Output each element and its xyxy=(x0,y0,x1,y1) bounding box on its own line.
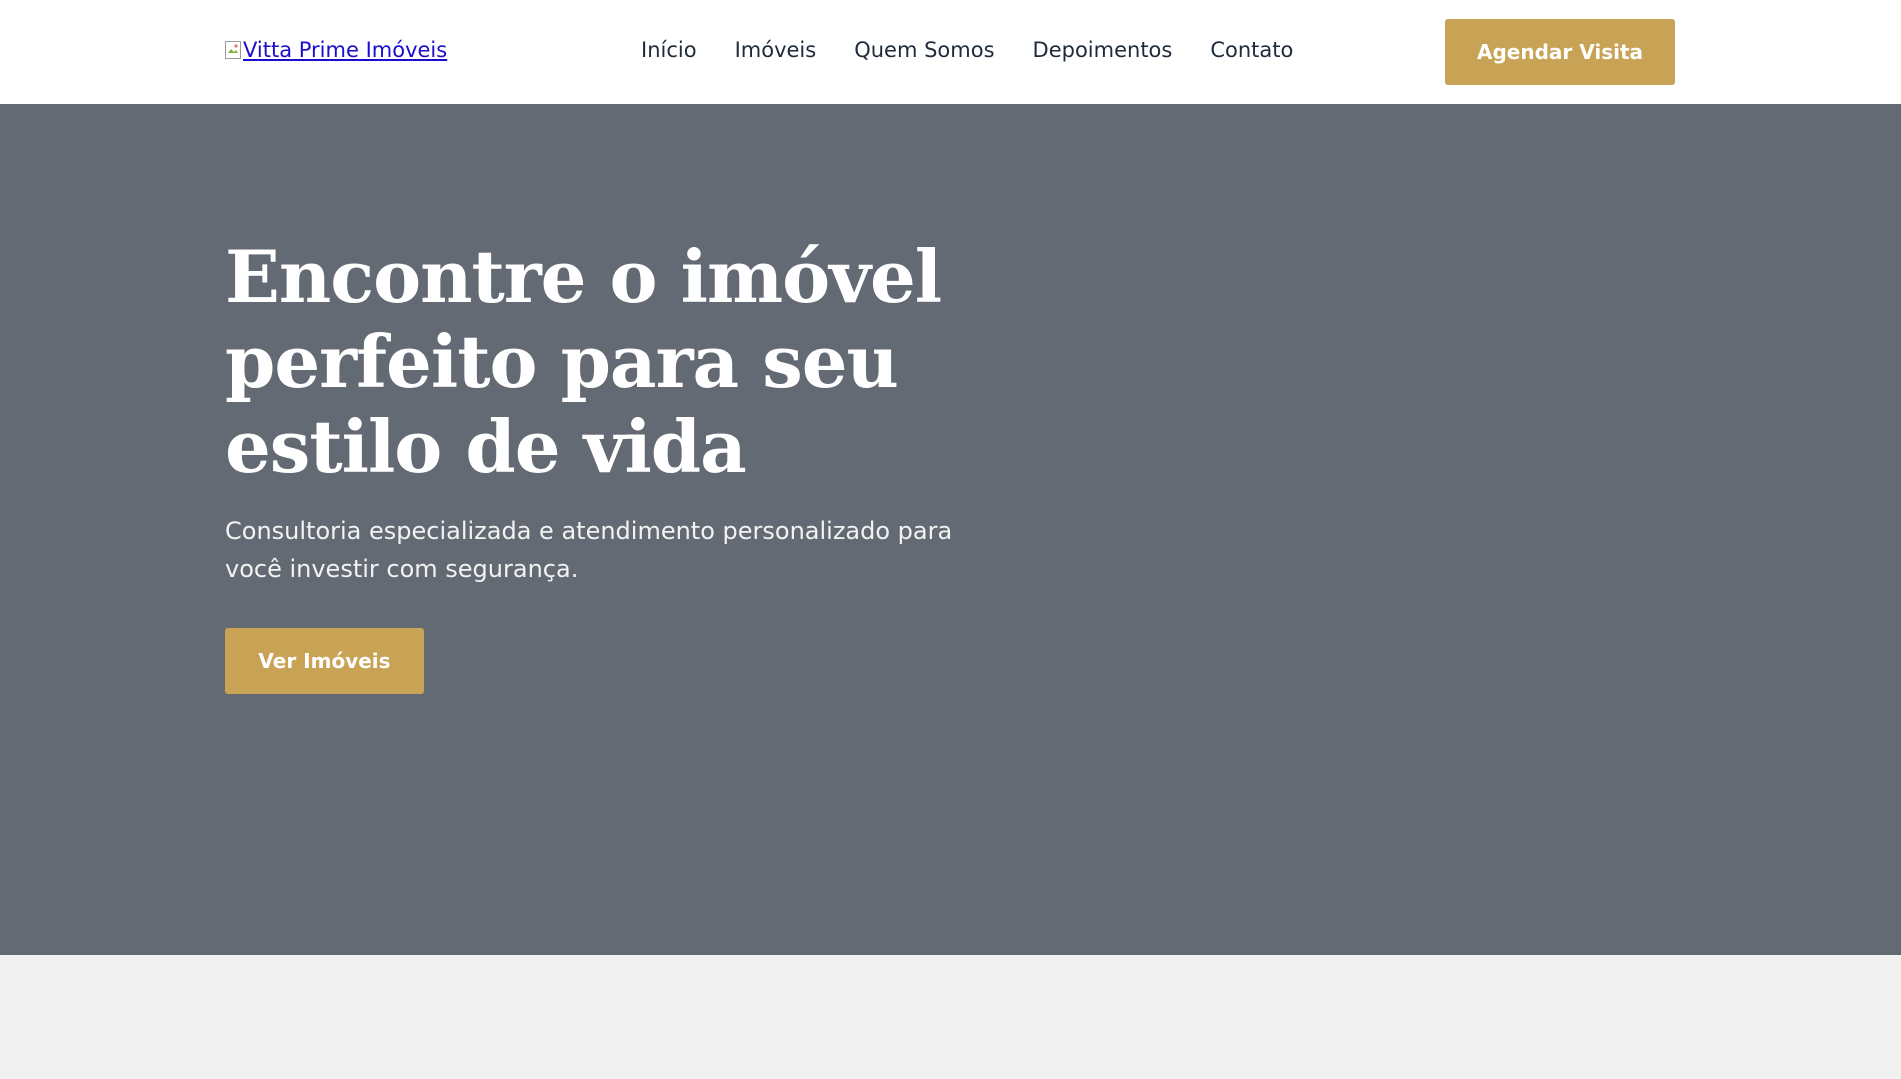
nav-item-contato[interactable]: Contato xyxy=(1210,38,1293,62)
broken-image-icon xyxy=(225,41,241,59)
view-properties-button[interactable]: Ver Imóveis xyxy=(225,628,424,694)
logo-alt-text: Vitta Prime Imóveis xyxy=(243,38,448,62)
hero-title: Encontre o imóvel perfeito para seu esti… xyxy=(225,234,942,489)
main-nav: Início Imóveis Quem Somos Depoimentos Co… xyxy=(641,38,1293,62)
nav-item-depoimentos[interactable]: Depoimentos xyxy=(1033,38,1173,62)
nav-item-quem-somos[interactable]: Quem Somos xyxy=(854,38,994,62)
hero-subtitle: Consultoria especializada e atendimento … xyxy=(225,517,953,583)
nav-item-imoveis[interactable]: Imóveis xyxy=(735,38,817,62)
next-section xyxy=(0,955,1901,1079)
nav-item-inicio[interactable]: Início xyxy=(641,38,697,62)
schedule-visit-button[interactable]: Agendar Visita xyxy=(1445,19,1675,85)
logo-link[interactable]: Vitta Prime Imóveis xyxy=(225,38,447,62)
site-header: Vitta Prime Imóveis Início Imóveis Quem … xyxy=(0,0,1901,104)
hero-section: Encontre o imóvel perfeito para seu esti… xyxy=(0,104,1901,955)
